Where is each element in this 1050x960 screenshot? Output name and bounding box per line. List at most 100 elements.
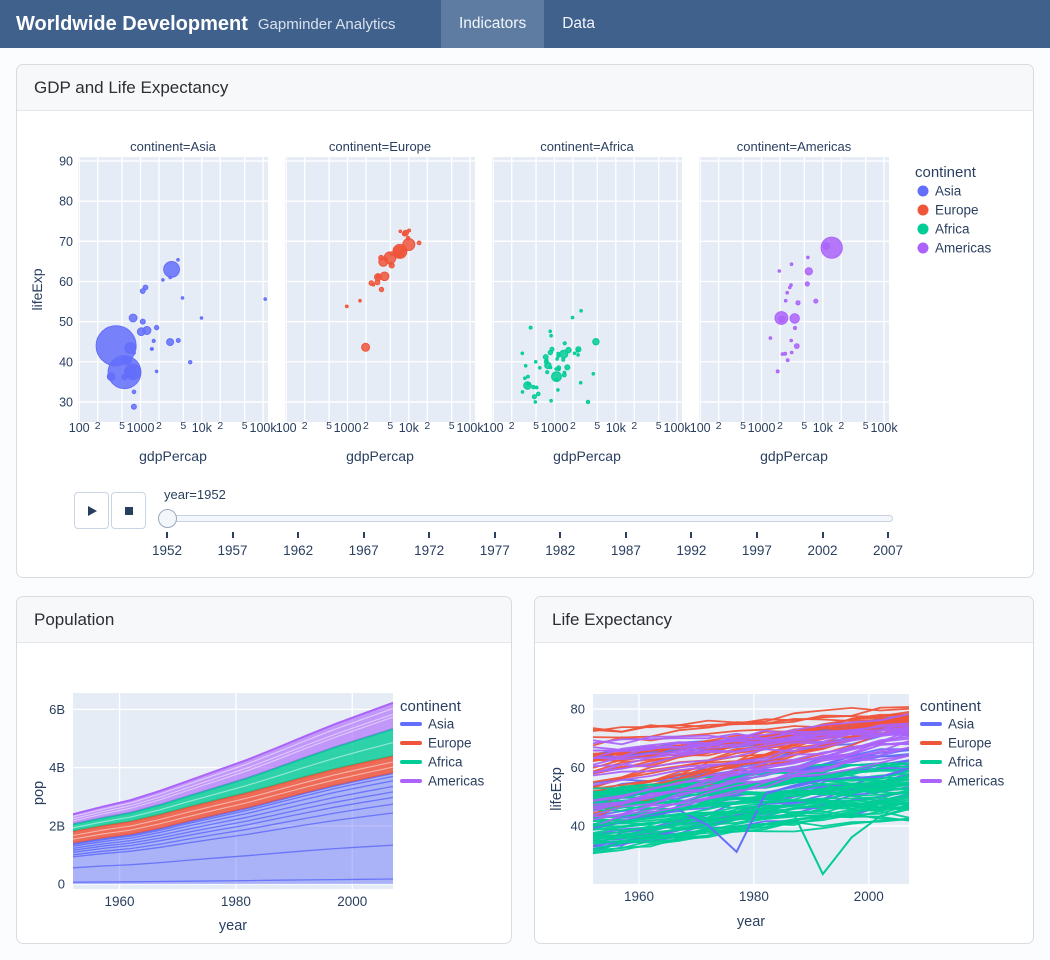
bubble-burundi — [524, 365, 527, 368]
bubble-korea-dem-rep- — [140, 319, 145, 324]
bubble-korea-rep- — [137, 328, 145, 336]
svg-text:6B: 6B — [49, 702, 65, 717]
bubble-bahrain — [200, 317, 203, 320]
legend-item-asia[interactable]: Asia — [918, 184, 962, 199]
svg-text:40: 40 — [59, 355, 73, 369]
svg-text:year: year — [737, 914, 765, 930]
slider-tick — [363, 532, 365, 538]
svg-text:2000: 2000 — [854, 889, 884, 904]
bubble-niger — [546, 371, 549, 374]
facet-americas[interactable]: continent=Americas1002510002510k25100kgd… — [690, 139, 899, 464]
bubble-afghanistan — [131, 404, 136, 409]
bubble-costa-rica — [786, 291, 789, 294]
slider-tick — [625, 532, 627, 538]
svg-text:year: year — [219, 918, 247, 934]
tab-data[interactable]: Data — [544, 0, 613, 48]
bubble-albania — [359, 299, 362, 302]
legend-item-americas[interactable]: Americas — [400, 774, 485, 789]
svg-text:5: 5 — [449, 420, 455, 432]
svg-text:5: 5 — [387, 420, 393, 432]
svg-text:2B: 2B — [49, 818, 65, 833]
bubble-gabon — [592, 373, 595, 376]
card-life-expectancy: Life Expectancy 406080196019802000yearli… — [534, 596, 1034, 944]
scatter-legend: continentAsiaEuropeAfricaAmericas — [915, 164, 992, 256]
svg-text:2: 2 — [95, 420, 101, 432]
bubble-oman — [155, 370, 158, 373]
bubble-greece — [379, 255, 384, 260]
svg-text:Africa: Africa — [948, 755, 983, 770]
year-slider-track[interactable] — [160, 515, 893, 522]
slider-tick — [690, 532, 692, 538]
tab-indicators[interactable]: Indicators — [441, 0, 544, 48]
legend-item-africa[interactable]: Africa — [918, 222, 971, 237]
facet-africa[interactable]: continent=Africa1002510002510k25100kgdpP… — [483, 139, 692, 464]
bubble-portugal — [375, 280, 380, 285]
svg-text:5: 5 — [119, 420, 125, 432]
svg-text:100k: 100k — [871, 421, 899, 435]
legend-item-europe[interactable]: Europe — [920, 736, 992, 751]
bubble-iraq — [176, 339, 180, 343]
svg-text:2: 2 — [217, 420, 223, 432]
legend-item-americas[interactable]: Americas — [918, 241, 992, 256]
bubble-peru — [794, 344, 799, 349]
svg-text:1000: 1000 — [127, 421, 155, 435]
bubble-norway — [408, 229, 411, 232]
facet-asia[interactable]: continent=Asia1002510002510k25100kgdpPer… — [69, 139, 278, 464]
legend-item-europe[interactable]: Europe — [918, 203, 979, 218]
svg-text:10k: 10k — [606, 421, 627, 435]
svg-text:1980: 1980 — [739, 889, 769, 904]
bubble-cambodia — [112, 362, 116, 366]
population-area-chart[interactable]: 02B4B6B196019802000yearpopcontinentAsiaE… — [17, 643, 511, 943]
svg-text:5: 5 — [533, 420, 539, 432]
svg-text:100: 100 — [483, 421, 504, 435]
legend-item-asia[interactable]: Asia — [920, 717, 975, 732]
legend-item-europe[interactable]: Europe — [400, 736, 472, 751]
bubble-mongolia — [133, 352, 136, 355]
slider-tick-label: 1957 — [203, 543, 263, 558]
play-icon — [86, 505, 98, 517]
svg-text:90: 90 — [59, 155, 73, 169]
bubble-iceland — [399, 230, 402, 233]
bubble-dominican-republic — [769, 337, 772, 340]
facet-europe[interactable]: continent=Europe1002510002510k25100kgdpP… — [276, 139, 485, 464]
bubble-turkey — [362, 343, 370, 351]
slider-tick — [494, 532, 496, 538]
svg-text:continent=Asia: continent=Asia — [130, 139, 216, 154]
bubble-colombia — [779, 316, 785, 322]
bubble-denmark — [406, 236, 410, 240]
play-button[interactable] — [74, 492, 109, 529]
bubble-eritrea — [524, 377, 527, 380]
bubble-bosnia-and-herzegovina — [345, 305, 348, 308]
stop-button[interactable] — [111, 492, 146, 529]
svg-text:2: 2 — [716, 420, 722, 432]
svg-text:Europe: Europe — [935, 203, 979, 218]
bubble-mauritania — [545, 359, 548, 362]
life-expectancy-line-chart[interactable]: 406080196019802000yearlifeExpcontinentAs… — [535, 643, 1033, 943]
gdp-life-scatter-chart[interactable]: continent=Asia1002510002510k25100kgdpPer… — [17, 111, 1033, 476]
bubble-myanmar — [107, 373, 115, 381]
bubble-benin — [555, 368, 558, 371]
bubble-uruguay — [807, 256, 810, 259]
legend-item-americas[interactable]: Americas — [920, 774, 1005, 789]
svg-text:2: 2 — [777, 420, 783, 432]
legend-item-africa[interactable]: Africa — [400, 755, 463, 770]
svg-text:100k: 100k — [664, 421, 692, 435]
svg-text:continent: continent — [920, 698, 982, 715]
bubble-chad — [558, 368, 561, 371]
svg-text:1000: 1000 — [748, 421, 776, 435]
slider-tick — [166, 532, 168, 538]
slider-tick — [559, 532, 561, 538]
bubble-el-salvador — [790, 339, 793, 342]
bubble-yemen-rep- — [132, 390, 136, 394]
svg-text:Asia: Asia — [935, 184, 962, 199]
bubble-equatorial-guinea — [527, 383, 530, 386]
year-slider-handle[interactable] — [158, 509, 177, 528]
bubble-haiti — [776, 370, 779, 373]
bubble-trinidad-and-tobago — [790, 284, 793, 287]
bubble-venezuela — [814, 299, 818, 303]
legend-item-asia[interactable]: Asia — [400, 717, 455, 732]
bubble-jordan — [151, 348, 154, 351]
legend-item-africa[interactable]: Africa — [920, 755, 983, 770]
svg-text:5: 5 — [242, 420, 248, 432]
card-gdp-life-expectancy: GDP and Life Expectancy continent=Asia10… — [16, 64, 1034, 578]
